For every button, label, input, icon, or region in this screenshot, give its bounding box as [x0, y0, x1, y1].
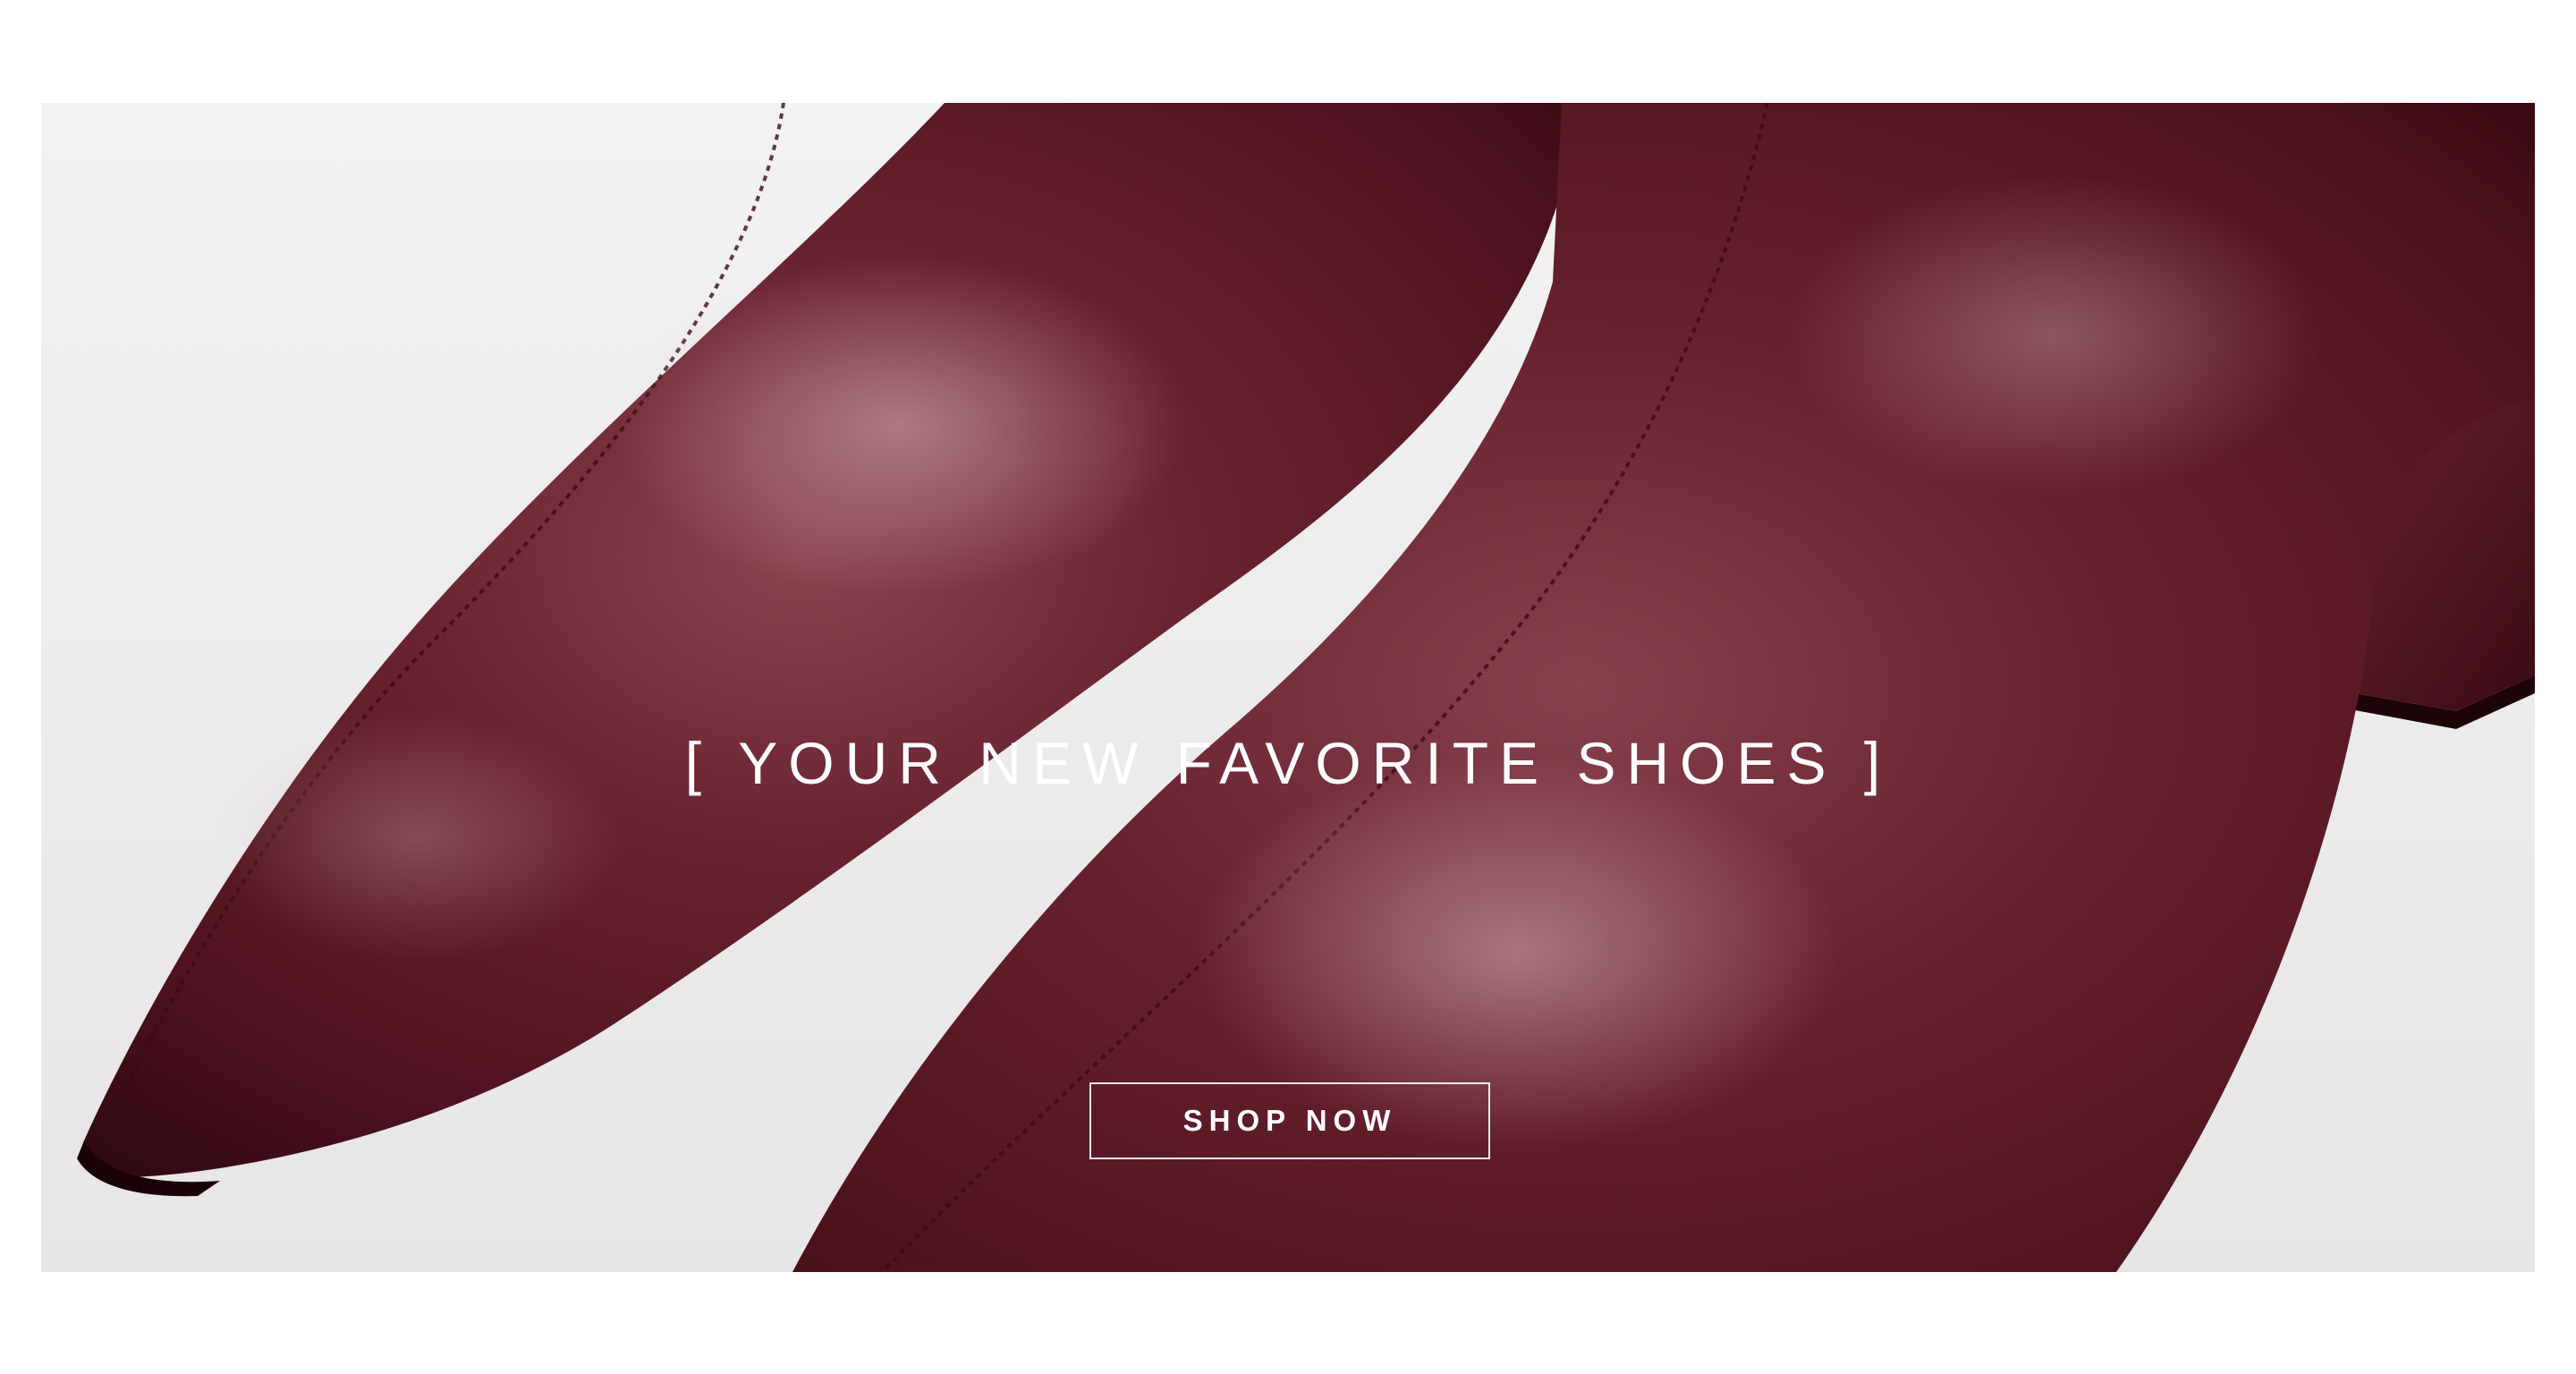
hero-banner: [ YOUR NEW FAVORITE SHOES ] SHOP NOW [41, 103, 2535, 1272]
shop-now-button[interactable]: SHOP NOW [1089, 1082, 1490, 1159]
landing-page: [ YOUR NEW FAVORITE SHOES ] SHOP NOW [0, 0, 2576, 1374]
hero-headline: [ YOUR NEW FAVORITE SHOES ] [684, 730, 1892, 796]
